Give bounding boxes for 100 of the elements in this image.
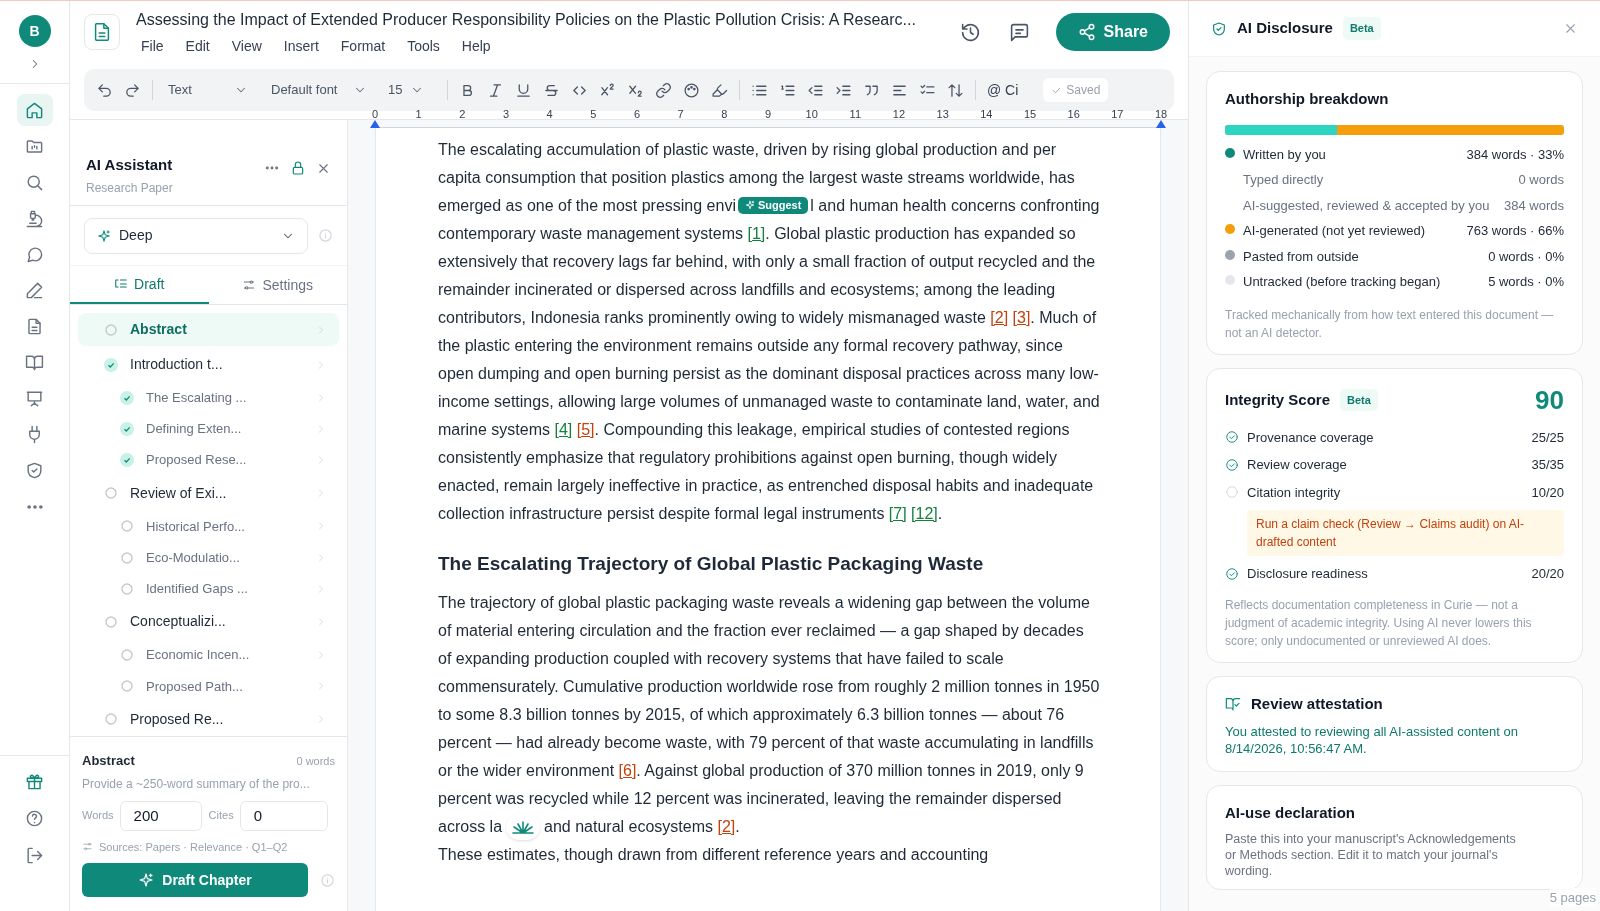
citation-link[interactable]: [12] — [911, 505, 938, 522]
panel-title: AI Disclosure — [1237, 18, 1333, 39]
cite-button[interactable]: @ Ci — [987, 79, 1019, 101]
citation-link[interactable]: [5] — [576, 421, 595, 438]
body-paragraph: These estimates, though drawn from different reference years and accounting — [438, 844, 990, 865]
gift-icon[interactable] — [25, 772, 44, 791]
presentation-icon — [25, 388, 44, 408]
sparkle-icon — [744, 200, 755, 210]
sparkle-icon — [97, 228, 111, 243]
ruler-number: 6 — [633, 107, 641, 122]
list-icon — [114, 277, 129, 291]
menu-item[interactable]: Help — [461, 35, 491, 57]
warning-note: Run a claim check (Review → Claims audit) on AI-drafted content — [1247, 510, 1564, 556]
logout-icon[interactable] — [25, 846, 44, 865]
block-style-dropdown[interactable]: Text — [168, 80, 248, 100]
outline-item[interactable]: Introduction t... — [78, 348, 339, 382]
word-count: 0 words — [296, 754, 335, 769]
outline-item[interactable]: Proposed Re... — [78, 702, 339, 736]
history-icon[interactable] — [959, 21, 981, 43]
menu-item[interactable]: File — [141, 35, 164, 57]
assistant-fab[interactable] — [506, 814, 541, 841]
redo-icon[interactable] — [124, 81, 141, 99]
outline-item[interactable]: Conceptualizi... — [78, 605, 339, 639]
book-check-icon — [1225, 695, 1241, 712]
criterion-label: Citation integrity — [1247, 483, 1342, 502]
criterion-label: Review coverage — [1247, 456, 1348, 474]
outline-item[interactable]: Proposed Rese... — [78, 445, 339, 475]
undo-icon[interactable] — [96, 81, 113, 99]
ruler-number: 2 — [459, 107, 466, 122]
ruler-number: 7 — [677, 107, 684, 122]
section-heading: The Escalating Trajectory of Global Plastic Packaging Waste — [438, 552, 985, 576]
ruler-number: 8 — [721, 107, 728, 122]
home-icon — [25, 100, 44, 120]
shield-check-icon — [25, 460, 44, 480]
outline-item[interactable]: Historical Perfo... — [78, 511, 339, 542]
italic-icon[interactable] — [487, 81, 504, 99]
mode-dropdown[interactable]: Deep — [84, 217, 308, 254]
citation-link[interactable]: [1] — [747, 225, 766, 242]
citation-link[interactable]: [2] — [990, 309, 1009, 326]
panel-tab[interactable]: Settings — [208, 266, 347, 304]
card-note: Tracked mechanically from how text entered this document — not an AI detector. — [1225, 306, 1555, 342]
ruler-number: 4 — [546, 107, 553, 122]
menu-item[interactable]: Edit — [185, 35, 210, 57]
menu-item[interactable]: Tools — [407, 35, 440, 57]
ruler-number: 14 — [980, 107, 993, 122]
words-field[interactable]: 200 — [119, 800, 202, 831]
outline-item[interactable]: Abstract — [78, 313, 339, 347]
link-icon[interactable] — [655, 81, 672, 99]
citation-link[interactable]: [6] — [618, 761, 637, 779]
font-size-dropdown[interactable]: 15 — [388, 80, 424, 100]
indent-marker[interactable] — [370, 120, 380, 128]
citation-link[interactable]: [3] — [1012, 309, 1031, 326]
citation-link[interactable]: [4] — [554, 421, 573, 438]
underline-icon[interactable] — [515, 81, 532, 99]
card-title: AI-use declaration — [1225, 803, 1357, 823]
sparkle-icon — [138, 872, 155, 888]
lotus-icon — [512, 820, 535, 835]
book-icon — [25, 352, 44, 372]
suggest-button[interactable]: Suggest — [737, 196, 809, 214]
nav-item[interactable] — [16, 94, 53, 126]
document-title[interactable]: Assessing the Impact of Extended Producer Responsibility Policies on the Plastic Pollution Crisis: A Researc... — [136, 7, 948, 32]
field-label: Words — [82, 808, 114, 824]
legend-value: 384 words — [1504, 196, 1564, 215]
comment-icon[interactable] — [1008, 21, 1030, 43]
panel-title: AI Assistant — [86, 155, 174, 175]
outline-item[interactable]: Eco-Modulatio... — [78, 543, 339, 573]
menu-item[interactable]: Format — [340, 35, 386, 57]
ruler-number: 1 — [415, 107, 422, 122]
menu-item[interactable]: Insert — [283, 35, 319, 57]
sliders-icon — [242, 278, 257, 292]
outline-item[interactable]: Defining Exten... — [78, 414, 339, 444]
outline-item[interactable]: Review of Exi... — [78, 476, 339, 510]
highlighter-icon[interactable] — [711, 81, 728, 99]
shield-check-icon — [1211, 20, 1227, 37]
indent-marker[interactable] — [1156, 120, 1166, 128]
body-paragraph: The trajectory of global plastic packaging waste reveals a widening gap between the volume of material entering circulation and the fraction ever reclaimed — a gap shaped by decades of expanding production coupled with recovery systems that have failed to scale commensurately. Cumulative production worldwide rose from roughly 2 million tonnes in 1950 to some 8.3 billion tonnes by 2015, of which approximately 6.3 billion tonnes — about 76 percent — had already become waste, with 79 percent of that waste accumulating in landfills or the wider environment [6]. Against global production of 370 million tonnes in 2019, only 9 percent was recycled while 12 percent was incinerated, leaving the remainder dispersed across la and natural ecosystems [2]. — [438, 588, 1100, 841]
card-title: Review attestation — [1251, 693, 1383, 714]
legend-value: 384 words · 33% — [1466, 145, 1564, 164]
help-icon[interactable] — [25, 809, 44, 828]
close-icon[interactable] — [1563, 21, 1578, 36]
citation-link[interactable]: [2] — [717, 817, 736, 835]
panel-tab[interactable]: Draft — [70, 266, 209, 304]
citation-link[interactable]: [7] — [888, 505, 907, 522]
palette-icon[interactable] — [683, 81, 700, 99]
draft-chapter-button[interactable]: Draft Chapter — [82, 863, 308, 897]
outline-item[interactable]: Identified Gaps ... — [78, 574, 339, 604]
criterion-score: 10/20 — [1531, 483, 1564, 502]
outline-item[interactable]: Proposed Path... — [78, 671, 339, 701]
cites-field[interactable]: 0 — [239, 800, 328, 831]
user-avatar[interactable]: B — [18, 15, 51, 47]
menu-item[interactable]: View — [231, 35, 262, 57]
ruler-number: 10 — [805, 107, 818, 122]
field-label: Cites — [208, 808, 234, 824]
lock-icon[interactable] — [290, 160, 306, 176]
font-dropdown[interactable]: Default font — [271, 80, 367, 100]
outline-item[interactable]: Economic Incen... — [78, 640, 339, 670]
outline-item[interactable]: The Escalating ... — [78, 383, 339, 413]
share-button[interactable]: Share — [1055, 13, 1170, 51]
sort-icon[interactable] — [947, 81, 964, 99]
ruler-number: 3 — [502, 107, 510, 122]
